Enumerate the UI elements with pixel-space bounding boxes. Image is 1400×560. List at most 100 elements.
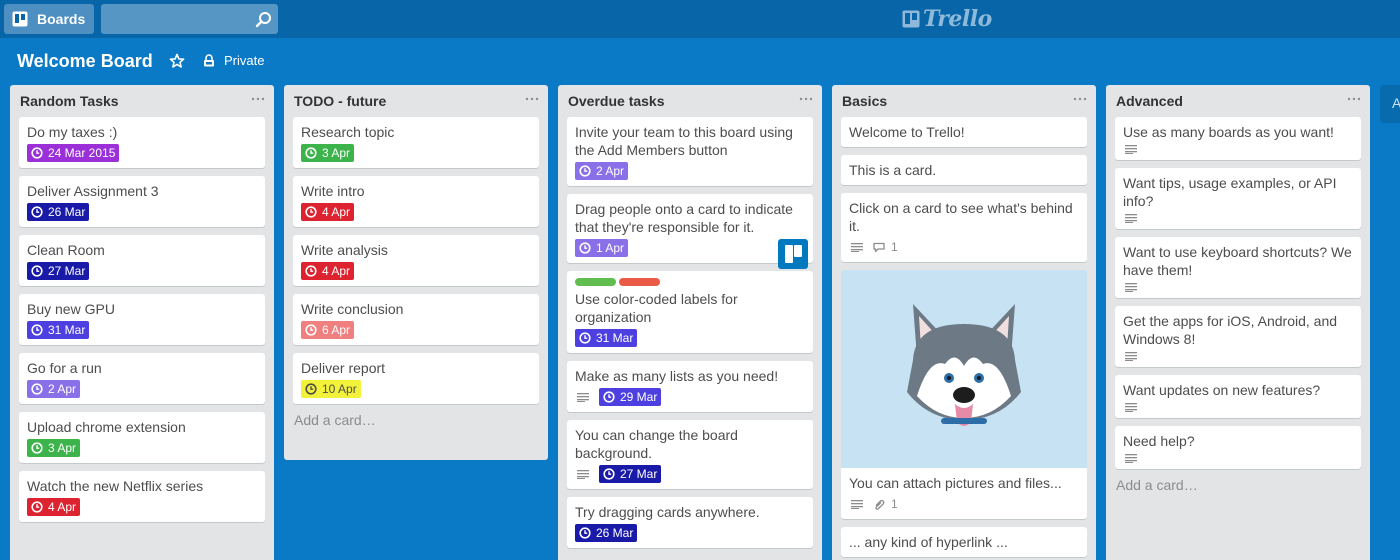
due-date-text: 26 Mar — [48, 205, 86, 219]
visibility-button[interactable]: Private — [203, 53, 264, 68]
card[interactable]: Invite your team to this board using the… — [567, 117, 813, 186]
list-menu-icon[interactable] — [525, 91, 539, 105]
description-icon — [851, 243, 863, 252]
search-input[interactable] — [101, 4, 278, 34]
comment-icon — [873, 242, 885, 252]
list-advanced: Advanced Use as many boards as you want! W… — [1106, 85, 1370, 560]
list-title: Overdue tasks — [568, 93, 665, 109]
list-menu-icon[interactable] — [1073, 91, 1087, 105]
due-date-text: 27 Mar — [620, 467, 658, 481]
card[interactable]: Research topic 3 Apr — [293, 117, 539, 168]
card-badges: 27 Mar — [27, 262, 257, 280]
card[interactable]: Want updates on new features? — [1115, 375, 1361, 418]
card[interactable]: This is a card. — [841, 155, 1087, 185]
card-title: Write intro — [301, 183, 365, 199]
due-date-badge: 6 Apr — [301, 321, 355, 339]
due-date-text: 26 Mar — [596, 526, 634, 540]
clock-icon — [31, 206, 43, 218]
clock-icon — [305, 147, 317, 159]
card[interactable]: Need help? — [1115, 426, 1361, 469]
card-badges — [1123, 453, 1353, 463]
card[interactable]: Write conclusion 6 Apr — [293, 294, 539, 345]
boards-button[interactable]: Boards — [4, 4, 94, 34]
label-red — [619, 278, 660, 286]
card[interactable]: Write intro 4 Apr — [293, 176, 539, 227]
card[interactable]: Clean Room 27 Mar — [19, 235, 265, 286]
card[interactable]: Deliver Assignment 3 26 Mar — [19, 176, 265, 227]
search-box[interactable] — [101, 4, 278, 34]
card-badges — [1123, 282, 1353, 292]
list-header[interactable]: Basics — [832, 85, 1096, 117]
card[interactable]: Use color-coded labels for organization 3… — [567, 271, 813, 353]
card[interactable]: You can change the board background. 27 M… — [567, 420, 813, 489]
card-title: Use color-coded labels for organization — [575, 291, 738, 325]
lock-icon — [204, 54, 214, 67]
card-labels — [575, 277, 805, 286]
card[interactable]: Want tips, usage examples, or API info? — [1115, 168, 1361, 229]
list-menu-icon[interactable] — [799, 91, 813, 105]
due-date-text: 4 Apr — [322, 264, 351, 278]
description-icon — [1125, 352, 1137, 361]
card[interactable]: Try dragging cards anywhere. 26 Mar — [567, 497, 813, 548]
card[interactable]: Watch the new Netflix series 4 Apr — [19, 471, 265, 522]
card[interactable]: Click on a card to see what's behind it.… — [841, 193, 1087, 262]
list-menu-icon[interactable] — [251, 91, 265, 105]
list-header[interactable]: Random Tasks — [10, 85, 274, 117]
card-title: Go for a run — [27, 360, 102, 376]
card-title: Use as many boards as you want! — [1123, 124, 1334, 140]
comment-count-badge: 1 — [873, 238, 898, 256]
due-date-badge: 26 Mar — [27, 203, 90, 221]
clock-icon — [579, 242, 591, 254]
card[interactable]: Deliver report 10 Apr — [293, 353, 539, 404]
card-title: Write analysis — [301, 242, 388, 258]
card[interactable]: Welcome to Trello! — [841, 117, 1087, 147]
card[interactable]: Get the apps for iOS, Android, and Windo… — [1115, 306, 1361, 367]
card[interactable]: Upload chrome extension 3 Apr — [19, 412, 265, 463]
card[interactable]: Do my taxes :) 24 Mar 2015 — [19, 117, 265, 168]
card-title: This is a card. — [849, 162, 937, 178]
card-badges — [1123, 351, 1353, 361]
card[interactable]: Write analysis 4 Apr — [293, 235, 539, 286]
list-header[interactable]: TODO - future — [284, 85, 548, 117]
clock-icon — [31, 265, 43, 277]
add-card-link[interactable]: Add a card… — [1106, 477, 1370, 505]
board-header: Welcome Board Private — [0, 38, 1400, 84]
due-date-badge: 3 Apr — [27, 439, 81, 457]
trello-logo[interactable]: Trello — [902, 5, 992, 33]
card[interactable]: You can attach pictures and files... 1 — [841, 270, 1087, 519]
list-peek[interactable]: A — [1380, 85, 1400, 123]
top-bar: Boards Trello — [0, 0, 1400, 38]
card-title: Upload chrome extension — [27, 419, 186, 435]
card[interactable]: ... any kind of hyperlink ... — [841, 527, 1087, 557]
card[interactable]: Go for a run 2 Apr — [19, 353, 265, 404]
board-title[interactable]: Welcome Board — [17, 51, 153, 72]
due-date-badge: 24 Mar 2015 — [27, 144, 120, 162]
member-avatar[interactable] — [778, 239, 808, 269]
add-card-link[interactable]: Add a card… — [284, 412, 548, 440]
list-overdue-tasks: Overdue tasks Invite your team to this bo… — [558, 85, 822, 560]
card[interactable]: Buy new GPU 31 Mar — [19, 294, 265, 345]
card[interactable]: Make as many lists as you need! 29 Mar — [567, 361, 813, 412]
due-date-badge: 10 Apr — [301, 380, 361, 398]
card-title: You can attach pictures and files... — [849, 475, 1062, 491]
boards-label: Boards — [37, 11, 86, 27]
star-icon[interactable] — [169, 53, 185, 69]
card-title: Buy new GPU — [27, 301, 115, 317]
card-list: Welcome to Trello! This is a card. Click o… — [832, 117, 1096, 557]
card-badges: 26 Mar — [27, 203, 257, 221]
card-badges — [1123, 144, 1353, 154]
card-badges: 1 — [849, 495, 1079, 513]
card[interactable]: Want to use keyboard shortcuts? We have … — [1115, 237, 1361, 298]
list-header[interactable]: Overdue tasks — [558, 85, 822, 117]
list-peek-title: A — [1392, 95, 1400, 111]
list-header[interactable]: Advanced — [1106, 85, 1370, 117]
list-menu-icon[interactable] — [1347, 91, 1361, 105]
due-date-text: 31 Mar — [48, 323, 86, 337]
card[interactable]: Drag people onto a card to indicate that… — [567, 194, 813, 269]
list-title: Random Tasks — [20, 93, 119, 109]
due-date-badge: 2 Apr — [27, 380, 81, 398]
card-title: Get the apps for iOS, Android, and Windo… — [1123, 313, 1338, 347]
search-icon[interactable] — [255, 11, 272, 28]
clock-icon — [579, 332, 591, 344]
card[interactable]: Use as many boards as you want! — [1115, 117, 1361, 160]
